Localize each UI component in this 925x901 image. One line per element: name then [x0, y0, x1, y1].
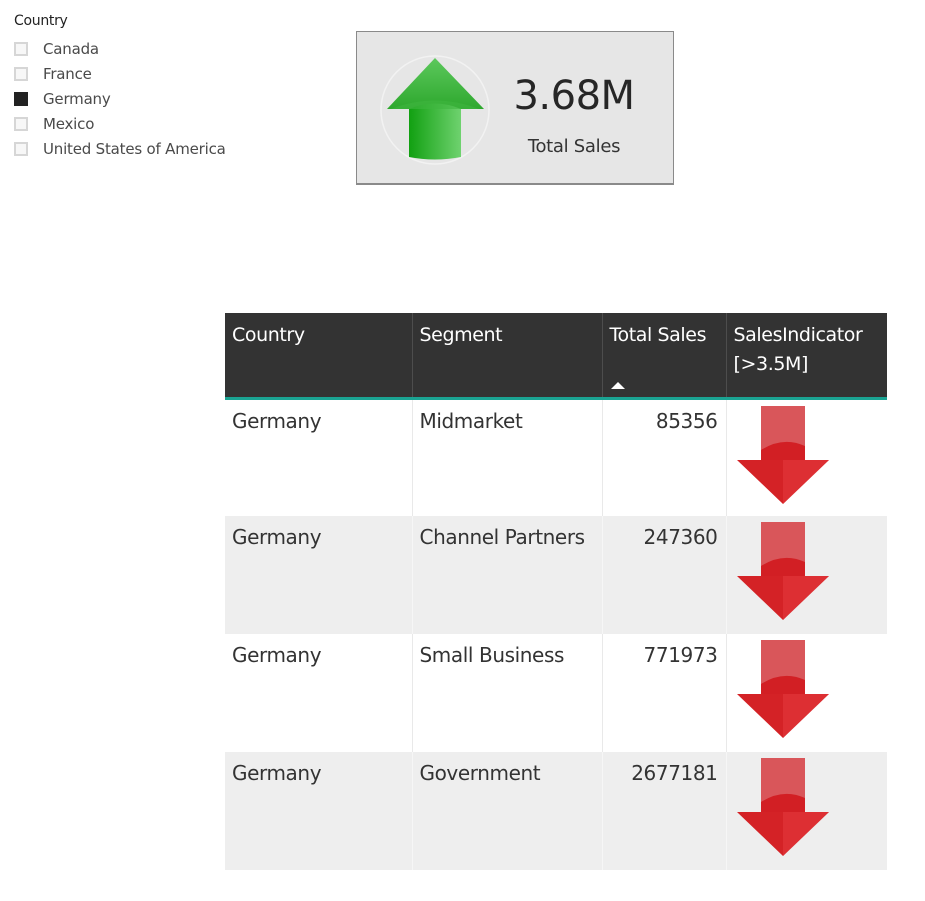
- slicer-item-germany[interactable]: Germany: [14, 86, 254, 111]
- slicer-item-mexico[interactable]: Mexico: [14, 111, 254, 136]
- cell-segment: Midmarket: [411, 398, 602, 516]
- slicer-item-france[interactable]: France: [14, 61, 254, 86]
- cell-country: Germany: [225, 752, 412, 870]
- checkbox[interactable]: [14, 41, 28, 56]
- cell-segment: Government: [411, 752, 602, 870]
- red-down-arrow-icon: [736, 758, 829, 856]
- slicer-item-united-states[interactable]: United States of America: [14, 136, 254, 161]
- column-header-total-sales[interactable]: Total Sales: [601, 313, 726, 400]
- checkbox-checked[interactable]: [14, 91, 28, 106]
- table-row: Germany Midmarket 85356: [225, 398, 887, 516]
- slicer-title: Country: [14, 13, 68, 29]
- sort-ascending-icon[interactable]: [610, 381, 625, 389]
- cell-total-sales: 247360: [601, 516, 726, 634]
- table-row: Germany Small Business 771973: [225, 634, 887, 752]
- slicer-item-label: United States of America: [43, 139, 226, 158]
- table-row: Germany Government 2677181: [225, 752, 887, 870]
- cell-total-sales: 771973: [601, 634, 726, 752]
- slicer-item-label: Germany: [43, 89, 111, 108]
- table-row: Germany Channel Partners 247360: [225, 516, 887, 634]
- checkbox[interactable]: [14, 116, 28, 131]
- cell-indicator: [725, 398, 887, 516]
- column-header-label: Total Sales: [609, 324, 707, 346]
- slicer-item-canada[interactable]: Canada: [14, 36, 254, 61]
- cell-segment: Channel Partners: [411, 516, 602, 634]
- cell-indicator: [725, 516, 887, 634]
- checkbox[interactable]: [14, 141, 28, 156]
- cell-country: Germany: [225, 634, 412, 752]
- slicer-item-label: Mexico: [43, 114, 95, 133]
- red-down-arrow-icon: [736, 640, 829, 738]
- cell-indicator: [725, 752, 887, 870]
- cell-segment: Small Business: [411, 634, 602, 752]
- cell-total-sales: 2677181: [601, 752, 726, 870]
- green-up-arrow-icon: [380, 55, 490, 165]
- column-header-country[interactable]: Country: [225, 313, 412, 400]
- column-header-segment[interactable]: Segment: [411, 313, 602, 400]
- red-down-arrow-icon: [736, 405, 829, 504]
- kpi-value: 3.68M: [513, 73, 635, 119]
- column-header-sales-indicator[interactable]: SalesIndicator [>3.5M]: [725, 313, 887, 400]
- cell-total-sales: 85356: [601, 398, 726, 516]
- slicer-item-label: France: [43, 64, 92, 83]
- sales-table: Country Segment Total Sales SalesIndicat…: [225, 313, 887, 870]
- red-down-arrow-icon: [736, 522, 829, 620]
- table-header-row: Country Segment Total Sales SalesIndicat…: [225, 313, 887, 400]
- total-sales-kpi-card[interactable]: 3.68M Total Sales: [356, 31, 674, 185]
- cell-country: Germany: [225, 516, 412, 634]
- cell-country: Germany: [225, 398, 412, 516]
- slicer-item-label: Canada: [43, 39, 99, 58]
- checkbox[interactable]: [14, 66, 28, 81]
- cell-indicator: [725, 634, 887, 752]
- country-slicer: Country Canada France Germany Mexico Uni…: [14, 10, 254, 161]
- kpi-label: Total Sales: [527, 136, 621, 157]
